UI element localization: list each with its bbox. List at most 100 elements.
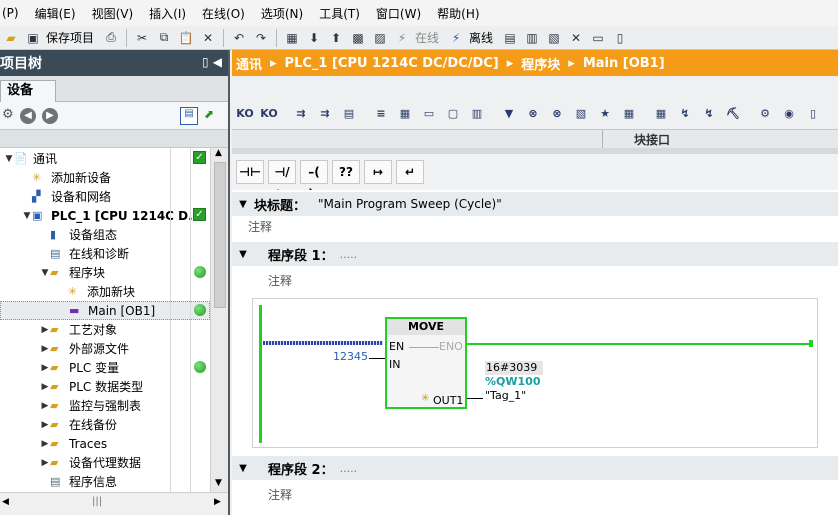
menu-item[interactable]: 编辑(E) bbox=[27, 5, 84, 22]
move-instruction-box[interactable]: MOVE EN ENO IN ✳ OUT1 bbox=[385, 317, 467, 409]
append-row-icon[interactable]: ⇉ bbox=[316, 107, 334, 123]
menu-item[interactable]: 插入(I) bbox=[141, 5, 194, 22]
tree-item[interactable]: ▶ ▰ 在线备份 bbox=[0, 415, 210, 434]
settings-icon[interactable]: ⚙ bbox=[2, 107, 14, 122]
tree-item[interactable]: ✳ 添加新块 bbox=[0, 282, 210, 301]
expanded-arrow-icon[interactable]: ▼ bbox=[4, 154, 14, 164]
insert-network-icon[interactable]: KO bbox=[236, 107, 254, 123]
next-error-icon[interactable]: ⊗ bbox=[524, 107, 542, 123]
open-project-icon[interactable]: ▰ bbox=[3, 30, 19, 46]
align-icon[interactable]: ▦ bbox=[396, 107, 414, 123]
redo-icon[interactable]: ↷ bbox=[253, 30, 269, 46]
scroll-thumb[interactable] bbox=[214, 162, 226, 308]
scroll-grip-icon[interactable]: ||| bbox=[92, 496, 102, 507]
close-icon[interactable]: ✕ bbox=[568, 30, 584, 46]
collapsed-arrow-icon[interactable]: ▶ bbox=[40, 439, 50, 449]
compare-icon[interactable]: ↯ bbox=[676, 107, 694, 123]
comments-icon[interactable]: ▢ bbox=[444, 107, 462, 123]
favorites-icon[interactable]: ▥ bbox=[468, 107, 486, 123]
expanded-arrow-icon[interactable]: ▼ bbox=[22, 211, 32, 221]
collapsed-arrow-icon[interactable]: ▶ bbox=[40, 420, 50, 430]
menu-item[interactable]: 视图(V) bbox=[84, 5, 142, 22]
tree-item[interactable]: ▶ ▰ PLC 变量 bbox=[0, 358, 210, 377]
extra-icon[interactable]: ▯ bbox=[804, 107, 822, 123]
detail-view-icon[interactable]: ▤ bbox=[180, 107, 198, 125]
forward-icon[interactable]: ▶ bbox=[42, 108, 58, 124]
block-interface-label[interactable]: 块接口 bbox=[634, 131, 670, 148]
open-branch-button[interactable]: ↦ bbox=[364, 160, 392, 184]
block-comment[interactable]: 注释 bbox=[248, 218, 272, 235]
save-project-button[interactable]: 保存项目 bbox=[46, 29, 94, 46]
scroll-right-icon[interactable]: ▶ bbox=[214, 497, 221, 507]
tree-item[interactable]: ▤ 程序信息 bbox=[0, 472, 210, 491]
download-icon[interactable]: ⬇ bbox=[306, 30, 322, 46]
no-contact-button[interactable]: ⊣⊢ bbox=[236, 160, 264, 184]
tree-item[interactable]: ✳ 添加新设备 bbox=[0, 168, 210, 187]
menu-item[interactable]: 在线(O) bbox=[194, 5, 253, 22]
coil-button[interactable]: –( )– bbox=[300, 160, 328, 201]
download-block-icon[interactable]: ▤ bbox=[340, 107, 358, 123]
collapse-triangle-icon[interactable]: ▼ bbox=[232, 249, 254, 260]
copy-icon[interactable]: ⧉ bbox=[156, 30, 172, 46]
network-2-comment[interactable]: 注释 bbox=[268, 486, 292, 503]
simulation-icon[interactable]: ▩ bbox=[350, 30, 366, 46]
out-address[interactable]: %QW100 bbox=[485, 375, 540, 388]
settings-icon[interactable]: ⚙ bbox=[756, 107, 774, 123]
list-icon[interactable]: ▧ bbox=[572, 107, 590, 123]
expanded-arrow-icon[interactable]: ▼ bbox=[40, 268, 50, 278]
test-icon[interactable]: ↯ bbox=[700, 107, 718, 123]
scroll-left-icon[interactable]: ◀ bbox=[2, 497, 9, 507]
print-icon[interactable]: ⎙ bbox=[103, 30, 119, 46]
tree-item[interactable]: ▼ 📄 通讯 bbox=[0, 149, 210, 168]
cut-icon[interactable]: ✂ bbox=[134, 30, 150, 46]
menu-item[interactable]: 窗口(W) bbox=[368, 5, 429, 22]
breadcrumb-item[interactable]: 通讯 bbox=[236, 54, 262, 73]
go-offline-button[interactable]: 离线 bbox=[469, 29, 493, 46]
tree-item[interactable]: ▶ ▰ 工艺对象 bbox=[0, 320, 210, 339]
breadcrumb-item[interactable]: 程序块 bbox=[521, 54, 560, 73]
go-online-icon[interactable]: ⚡ bbox=[394, 30, 410, 46]
collapsed-arrow-icon[interactable]: ▶ bbox=[40, 382, 50, 392]
network-2-title[interactable]: ..... bbox=[340, 462, 357, 475]
go-offline-icon[interactable]: ⚡ bbox=[448, 30, 464, 46]
save-icon[interactable]: ▣ bbox=[25, 30, 41, 46]
compile-icon[interactable]: ▦ bbox=[284, 30, 300, 46]
back-icon[interactable]: ◀ bbox=[20, 108, 36, 124]
out-tag[interactable]: "Tag_1" bbox=[485, 389, 526, 402]
network-1-title[interactable]: ..... bbox=[340, 248, 357, 261]
menu-item[interactable]: 工具(T) bbox=[311, 5, 368, 22]
go-online-button[interactable]: 在线 bbox=[415, 29, 439, 46]
cross-reference-icon[interactable]: ▥ bbox=[524, 30, 540, 46]
breadcrumb-item[interactable]: PLC_1 [CPU 1214C DC/DC/DC] bbox=[285, 56, 499, 71]
scroll-down-icon[interactable]: ▼ bbox=[215, 478, 222, 488]
favorites-star-icon[interactable]: ★ bbox=[596, 107, 614, 123]
move-down-icon[interactable]: ▼ bbox=[500, 107, 518, 123]
tree-item[interactable]: ▬ Main [OB1] bbox=[0, 301, 210, 320]
collapsed-arrow-icon[interactable]: ▶ bbox=[40, 363, 50, 373]
paste-icon[interactable]: 📋 bbox=[178, 30, 194, 46]
monitor-icon[interactable]: ▦ bbox=[620, 107, 638, 123]
horizontal-split-icon[interactable]: ▭ bbox=[590, 30, 606, 46]
tree-item[interactable]: ▞ 设备和网络 bbox=[0, 187, 210, 206]
collapse-triangle-icon[interactable]: ▼ bbox=[232, 463, 254, 474]
collapse-triangle-icon[interactable]: ▼ bbox=[232, 199, 254, 210]
menu-item[interactable]: 帮助(H) bbox=[429, 5, 487, 22]
stop-monitor-icon[interactable]: ▦ bbox=[652, 107, 670, 123]
collapsed-arrow-icon[interactable]: ▶ bbox=[40, 458, 50, 468]
tree-item[interactable]: ▼ ▣ PLC_1 [CPU 1214C D... bbox=[0, 206, 210, 225]
export-icon[interactable]: ⬈ bbox=[204, 107, 214, 121]
collapsed-arrow-icon[interactable]: ▶ bbox=[40, 325, 50, 335]
delete-icon[interactable]: ✕ bbox=[200, 30, 216, 46]
block-title-value[interactable]: "Main Program Sweep (Cycle)" bbox=[318, 197, 502, 211]
undo-icon[interactable]: ↶ bbox=[231, 30, 247, 46]
prev-error-icon[interactable]: ⊗ bbox=[548, 107, 566, 123]
tree-item[interactable]: ▶ ▰ Traces bbox=[0, 434, 210, 453]
scroll-up-icon[interactable]: ▲ bbox=[215, 148, 222, 158]
collapsed-arrow-icon[interactable]: ▶ bbox=[40, 401, 50, 411]
insert-row-icon[interactable]: ⇉ bbox=[292, 107, 310, 123]
simulation-rt-icon[interactable]: ▨ bbox=[372, 30, 388, 46]
monitor-on-icon[interactable]: ◉ bbox=[780, 107, 798, 123]
menu-item[interactable]: (P) bbox=[0, 6, 27, 20]
align-left-icon[interactable]: ≡ bbox=[372, 107, 390, 123]
nc-contact-button[interactable]: ⊣/⊢ bbox=[268, 160, 296, 201]
